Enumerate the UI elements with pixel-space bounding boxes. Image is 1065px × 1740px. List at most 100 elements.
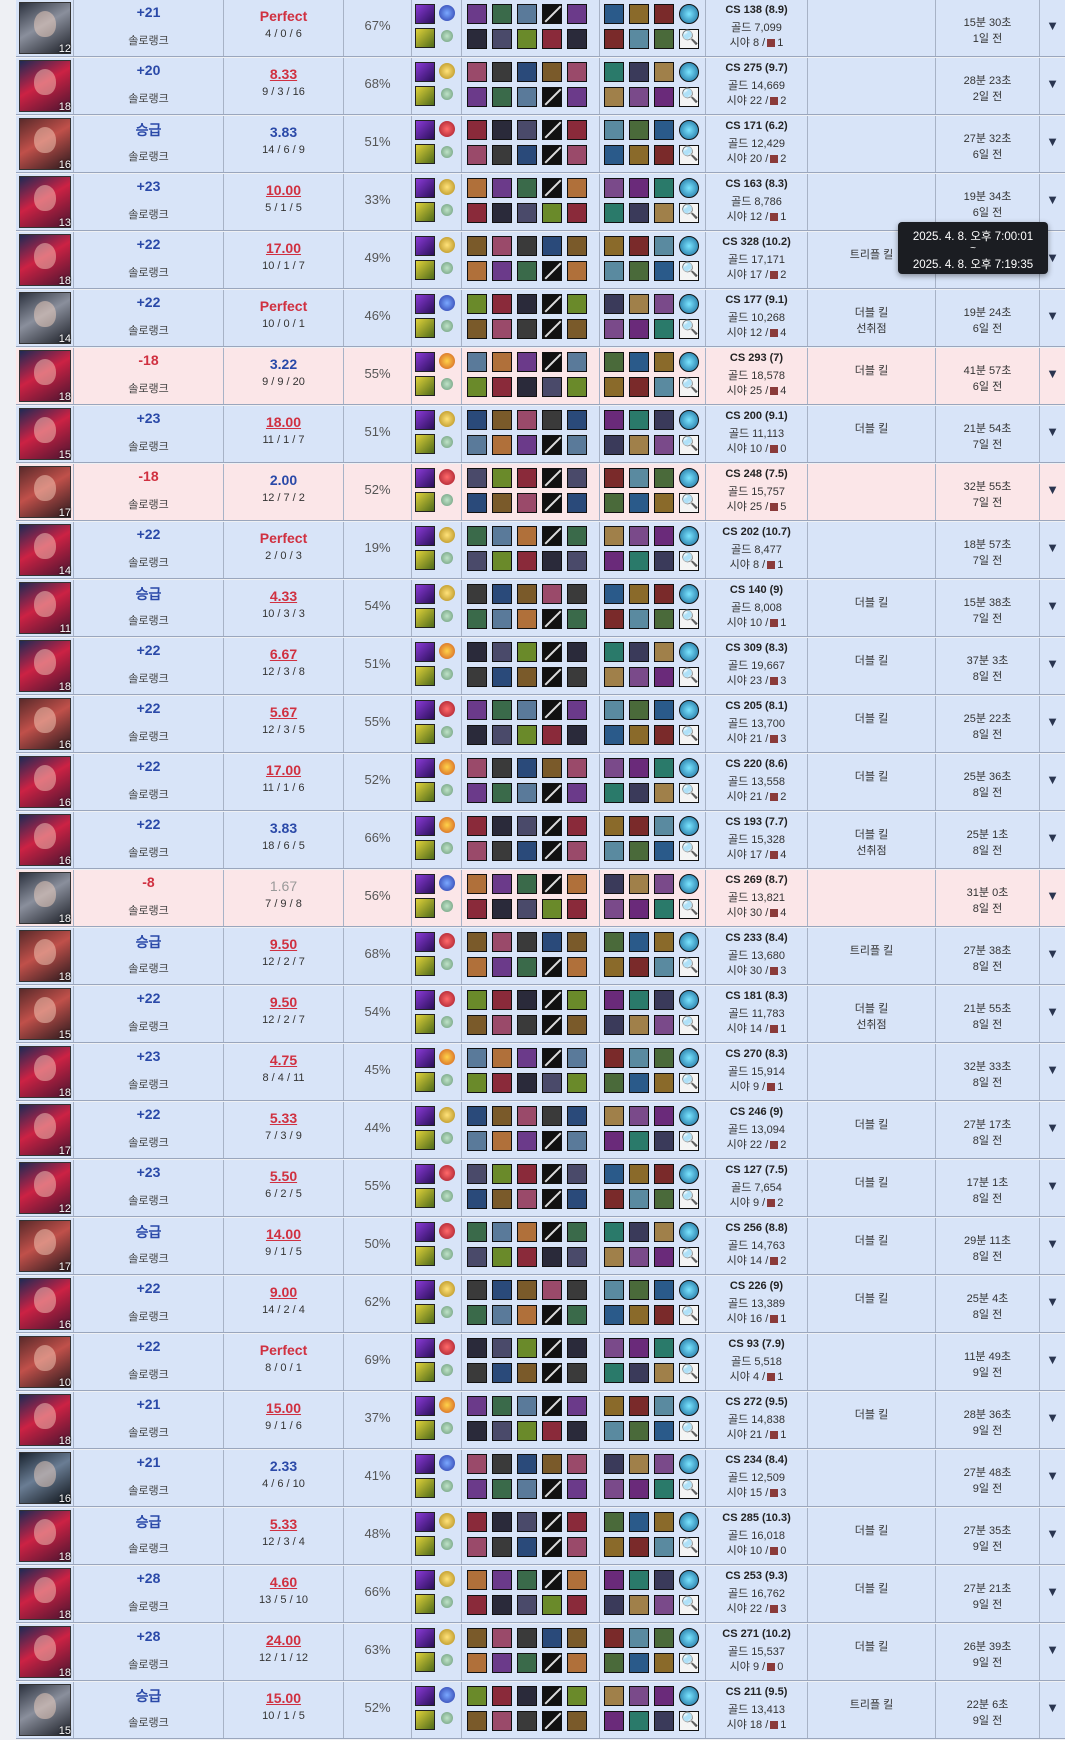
team-champion-icon[interactable] xyxy=(467,87,487,107)
team-champion-icon[interactable] xyxy=(467,551,487,571)
expand-cell[interactable]: ▼ xyxy=(1040,1566,1065,1622)
team-champion-icon[interactable] xyxy=(542,29,562,49)
team-champion-icon[interactable] xyxy=(517,1048,537,1068)
team-champion-icon[interactable] xyxy=(492,758,512,778)
chevron-down-icon[interactable]: ▼ xyxy=(1040,888,1065,903)
team-champion-icon[interactable] xyxy=(517,1421,537,1441)
chevron-down-icon[interactable]: ▼ xyxy=(1040,192,1065,207)
match-row[interactable]: 18+28솔로랭크4.6013 / 5 / 1066%CS 253 (9.3)골… xyxy=(16,1566,1065,1623)
team-champion-icon[interactable] xyxy=(567,261,587,281)
team-champion-icon[interactable] xyxy=(467,1164,487,1184)
match-row[interactable]: 18+22솔로랭크6.6712 / 3 / 851%CS 309 (8.3)골드… xyxy=(16,638,1065,695)
chevron-down-icon[interactable]: ▼ xyxy=(1040,1468,1065,1483)
team-champion-icon[interactable] xyxy=(492,526,512,546)
chevron-down-icon[interactable]: ▼ xyxy=(1040,76,1065,91)
team-champion-icon[interactable] xyxy=(517,758,537,778)
expand-cell[interactable]: ▼ xyxy=(1040,1508,1065,1564)
team-champion-icon[interactable] xyxy=(517,1595,537,1615)
team-champion-icon[interactable] xyxy=(517,1363,537,1383)
banned-champion-icon[interactable] xyxy=(542,178,562,198)
search-icon[interactable] xyxy=(679,261,699,281)
team-champion-icon[interactable] xyxy=(567,816,587,836)
team-champion-icon[interactable] xyxy=(517,1106,537,1126)
search-icon[interactable] xyxy=(679,319,699,339)
chevron-down-icon[interactable]: ▼ xyxy=(1040,1178,1065,1193)
expand-cell[interactable]: ▼ xyxy=(1040,1450,1065,1506)
team-champion-icon[interactable] xyxy=(567,145,587,165)
team-champion-icon[interactable] xyxy=(567,1247,587,1267)
team-champion-icon[interactable] xyxy=(542,1106,562,1126)
team-champion-icon[interactable] xyxy=(492,203,512,223)
team-champion-icon[interactable] xyxy=(492,1454,512,1474)
team-champion-icon[interactable] xyxy=(467,410,487,430)
banned-champion-icon[interactable] xyxy=(542,4,562,24)
expand-cell[interactable]: ▼ xyxy=(1040,986,1065,1042)
banned-champion-icon[interactable] xyxy=(542,87,562,107)
team-champion-icon[interactable] xyxy=(517,87,537,107)
team-champion-icon[interactable] xyxy=(492,584,512,604)
team-champion-icon[interactable] xyxy=(567,1073,587,1093)
team-champion-icon[interactable] xyxy=(492,990,512,1010)
expand-cell[interactable]: ▼ xyxy=(1040,1334,1065,1390)
team-champion-icon[interactable] xyxy=(567,1628,587,1648)
chevron-down-icon[interactable]: ▼ xyxy=(1040,424,1065,439)
team-champion-icon[interactable] xyxy=(567,203,587,223)
team-champion-icon[interactable] xyxy=(492,319,512,339)
match-row[interactable]: 15+23솔로랭크18.0011 / 1 / 751%CS 200 (9.1)골… xyxy=(16,406,1065,463)
team-champion-icon[interactable] xyxy=(467,990,487,1010)
team-champion-icon[interactable] xyxy=(517,1073,537,1093)
team-champion-icon[interactable] xyxy=(467,236,487,256)
search-icon[interactable] xyxy=(679,1073,699,1093)
team-champion-icon[interactable] xyxy=(567,1512,587,1532)
chevron-down-icon[interactable]: ▼ xyxy=(1040,482,1065,497)
team-champion-icon[interactable] xyxy=(567,493,587,513)
team-champion-icon[interactable] xyxy=(567,120,587,140)
team-champion-icon[interactable] xyxy=(567,468,587,488)
team-champion-icon[interactable] xyxy=(517,609,537,629)
team-champion-icon[interactable] xyxy=(467,526,487,546)
team-champion-icon[interactable] xyxy=(517,1512,537,1532)
team-champion-icon[interactable] xyxy=(467,1421,487,1441)
chevron-down-icon[interactable]: ▼ xyxy=(1040,1120,1065,1135)
team-champion-icon[interactable] xyxy=(492,1595,512,1615)
team-champion-icon[interactable] xyxy=(567,899,587,919)
team-champion-icon[interactable] xyxy=(567,642,587,662)
team-champion-icon[interactable] xyxy=(517,62,537,82)
banned-champion-icon[interactable] xyxy=(542,1512,562,1532)
team-champion-icon[interactable] xyxy=(467,145,487,165)
match-row[interactable]: 16+22솔로랭크3.8318 / 6 / 566%CS 193 (7.7)골드… xyxy=(16,812,1065,869)
team-champion-icon[interactable] xyxy=(542,1247,562,1267)
team-champion-icon[interactable] xyxy=(517,1537,537,1557)
team-champion-icon[interactable] xyxy=(567,700,587,720)
team-champion-icon[interactable] xyxy=(567,990,587,1010)
search-icon[interactable] xyxy=(679,899,699,919)
chevron-down-icon[interactable]: ▼ xyxy=(1040,714,1065,729)
expand-cell[interactable]: ▼ xyxy=(1040,290,1065,346)
banned-champion-icon[interactable] xyxy=(542,1338,562,1358)
team-champion-icon[interactable] xyxy=(492,932,512,952)
expand-cell[interactable]: ▼ xyxy=(1040,870,1065,926)
match-row[interactable]: 14+22솔로랭크Perfect10 / 0 / 146%CS 177 (9.1… xyxy=(16,290,1065,347)
team-champion-icon[interactable] xyxy=(467,1247,487,1267)
team-champion-icon[interactable] xyxy=(467,1686,487,1706)
team-champion-icon[interactable] xyxy=(492,816,512,836)
team-champion-icon[interactable] xyxy=(567,435,587,455)
team-champion-icon[interactable] xyxy=(567,1189,587,1209)
team-champion-icon[interactable] xyxy=(567,178,587,198)
team-champion-icon[interactable] xyxy=(567,1570,587,1590)
team-champion-icon[interactable] xyxy=(492,236,512,256)
banned-champion-icon[interactable] xyxy=(542,1711,562,1731)
match-row[interactable]: 17-18솔로랭크2.0012 / 7 / 252%CS 248 (7.5)골드… xyxy=(16,464,1065,521)
team-champion-icon[interactable] xyxy=(517,1222,537,1242)
team-champion-icon[interactable] xyxy=(517,526,537,546)
banned-champion-icon[interactable] xyxy=(542,1222,562,1242)
team-champion-icon[interactable] xyxy=(492,1073,512,1093)
team-champion-icon[interactable] xyxy=(467,435,487,455)
match-row[interactable]: 16승급솔로랭크3.8314 / 6 / 951%CS 171 (6.2)골드 … xyxy=(16,116,1065,173)
team-champion-icon[interactable] xyxy=(467,468,487,488)
team-champion-icon[interactable] xyxy=(517,352,537,372)
team-champion-icon[interactable] xyxy=(517,493,537,513)
banned-champion-icon[interactable] xyxy=(542,783,562,803)
team-champion-icon[interactable] xyxy=(567,1280,587,1300)
team-champion-icon[interactable] xyxy=(517,29,537,49)
